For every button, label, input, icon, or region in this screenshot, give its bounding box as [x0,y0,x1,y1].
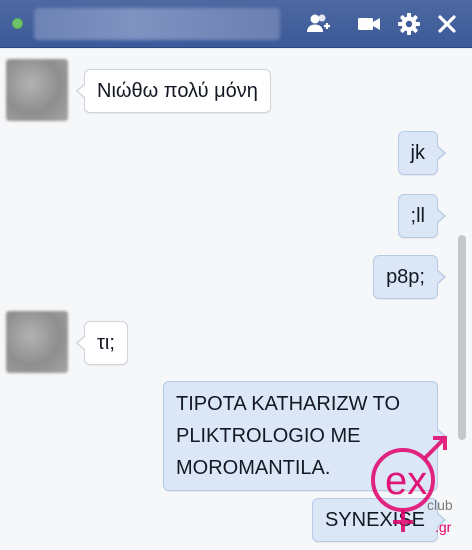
close-icon[interactable] [433,10,461,38]
message-outgoing: SYNEXISE [311,498,447,542]
avatar[interactable] [6,59,68,121]
conversation-area[interactable]: Νιώθω πολύ μόνη jk ;ll p8p; τι; TIPOTA K… [0,49,472,550]
message-outgoing: TIPOTA KATHARIZW TO PLIKTROLOGIO ME MORO… [163,381,446,491]
message-incoming: τι; [76,321,128,365]
message-text: ;ll [410,205,425,227]
message-line: PLIKTROLOGIO ME [176,425,361,447]
online-status-indicator [12,18,23,29]
avatar[interactable] [6,311,68,373]
message-incoming: Νιώθω πολύ μόνη [76,69,271,113]
gear-icon[interactable] [395,10,423,38]
message-line: MOROMANTILA. [176,457,331,479]
add-friend-icon[interactable] [305,10,333,38]
message-text: p8p; [386,266,425,288]
contact-name-blurred[interactable] [34,8,280,40]
message-outgoing: jk [397,131,447,175]
message-outgoing: ;ll [397,194,447,238]
message-text: SYNEXISE [324,509,425,531]
message-text: Νιώθω πολύ μόνη [97,80,258,102]
scrollbar[interactable] [458,235,466,440]
message-text: jk [410,142,425,164]
message-line: TIPOTA KATHARIZW TO [176,393,401,415]
video-call-icon[interactable] [355,10,383,38]
message-text: τι; [97,332,115,354]
message-outgoing: p8p; [373,255,446,299]
chat-title-bar [0,0,472,48]
